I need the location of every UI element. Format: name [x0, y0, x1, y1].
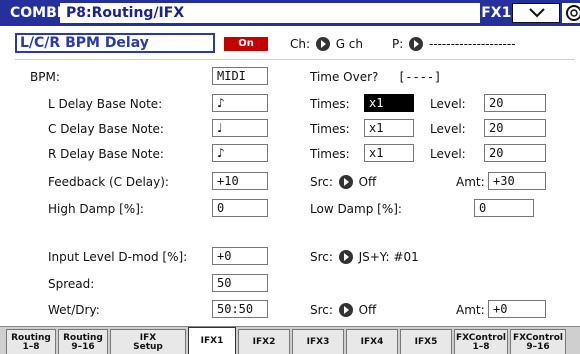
- page-menu-button[interactable]: [512, 3, 560, 23]
- ch-label: Ch:: [290, 37, 311, 51]
- preset-field[interactable]: P: --------------------: [392, 36, 516, 52]
- wetdry-label: Wet/Dry:: [48, 303, 100, 317]
- page-title: P8:Routing/IFX: [60, 3, 480, 23]
- low-damp-field[interactable]: 0: [474, 199, 534, 217]
- effect-type-selector[interactable]: L/C/R BPM Delay: [15, 33, 215, 53]
- time-over-label: Time Over?: [310, 70, 379, 84]
- level-label: Level:: [430, 122, 466, 136]
- popup-arrow-icon[interactable]: [338, 175, 353, 189]
- gear-icon[interactable]: [562, 3, 580, 23]
- tab-fxcontrol-1-8[interactable]: FXControl 1–8: [454, 329, 508, 354]
- tab-label: Setup: [133, 341, 163, 352]
- level-label: Level:: [430, 97, 466, 111]
- input-src-value: JS+Y: #01: [358, 250, 419, 264]
- tab-label: 1–8: [472, 341, 490, 352]
- level-label: Level:: [430, 147, 466, 161]
- tab-label: 1–8: [22, 341, 40, 352]
- tab-fxcontrol-9-16[interactable]: FXControl 9–16: [510, 329, 566, 354]
- feedback-field[interactable]: +10: [212, 172, 268, 190]
- l-delay-label: L Delay Base Note:: [48, 97, 163, 111]
- divider: [15, 59, 575, 60]
- low-damp-label: Low Damp [%]:: [310, 202, 402, 216]
- tab-label: IFX5: [414, 337, 438, 347]
- p-label: P:: [392, 37, 404, 51]
- times-label: Times:: [310, 122, 350, 136]
- effect-on-button[interactable]: On: [224, 37, 268, 51]
- feedback-src-value: Off: [358, 175, 377, 189]
- tab-label: 9–16: [526, 341, 550, 352]
- channel-field[interactable]: Ch: G ch: [290, 36, 363, 52]
- popup-arrow-icon[interactable]: [409, 37, 424, 51]
- popup-arrow-icon[interactable]: [315, 37, 330, 51]
- tab-ifx5[interactable]: IFX5: [400, 329, 452, 354]
- c-level-field[interactable]: 20: [484, 119, 546, 137]
- high-damp-field[interactable]: 0: [212, 199, 268, 217]
- wetdry-field[interactable]: 50:50: [212, 300, 268, 318]
- times-label: Times:: [310, 147, 350, 161]
- chevron-down-icon: [529, 8, 545, 18]
- mode-label: COMBI: [10, 5, 62, 21]
- amt-label: Amt:: [456, 303, 485, 317]
- r-delay-note-field[interactable]: ♪: [212, 144, 268, 162]
- r-delay-label: R Delay Base Note:: [48, 147, 164, 161]
- tab-label: IFX3: [306, 337, 330, 347]
- feedback-label: Feedback (C Delay):: [48, 175, 169, 189]
- tab-label: 9–16: [71, 341, 95, 352]
- l-times-field[interactable]: x1: [364, 94, 414, 112]
- input-src-field[interactable]: Src: JS+Y: #01: [310, 249, 419, 265]
- bpm-label: BPM:: [30, 70, 60, 84]
- input-dmod-field[interactable]: +0: [212, 247, 268, 265]
- tab-ifx3[interactable]: IFX3: [292, 329, 344, 354]
- tab-ifx-setup[interactable]: IFX Setup: [110, 329, 186, 354]
- wetdry-amt-field[interactable]: +0: [488, 300, 546, 318]
- feedback-src-field[interactable]: Src: Off: [310, 174, 376, 190]
- tab-routing-9-16[interactable]: Routing 9–16: [58, 329, 108, 354]
- spread-label: Spread:: [48, 277, 95, 291]
- wetdry-src-value: Off: [358, 303, 377, 317]
- ch-value: G ch: [335, 37, 364, 51]
- c-delay-note-field[interactable]: ♩: [212, 119, 268, 137]
- feedback-amt-field[interactable]: +30: [488, 172, 546, 190]
- src-label: Src:: [310, 175, 333, 189]
- p-value: --------------------: [428, 37, 516, 51]
- title-bar: COMBI P8:Routing/IFX IFX1: [0, 0, 580, 26]
- tab-label: IFX4: [360, 337, 384, 347]
- src-label: Src:: [310, 303, 333, 317]
- src-label: Src:: [310, 250, 333, 264]
- bpm-field[interactable]: MIDI: [212, 67, 268, 85]
- slot-label: IFX1: [476, 5, 512, 21]
- popup-arrow-icon[interactable]: [338, 303, 353, 317]
- tab-ifx4[interactable]: IFX4: [346, 329, 398, 354]
- c-times-field[interactable]: x1: [364, 119, 414, 137]
- spread-field[interactable]: 50: [212, 274, 268, 292]
- amt-label: Amt:: [456, 175, 485, 189]
- time-over-value: [----]: [398, 70, 442, 84]
- tab-bar: Routing 1–8 Routing 9–16 IFX Setup IFX1 IFX…: [0, 326, 580, 354]
- input-dmod-label: Input Level D-mod [%]:: [48, 250, 188, 264]
- tab-label: IFX2: [252, 337, 276, 347]
- popup-arrow-icon[interactable]: [338, 250, 353, 264]
- tab-ifx2[interactable]: IFX2: [238, 329, 290, 354]
- l-delay-note-field[interactable]: ♪: [212, 94, 268, 112]
- tab-label: IFX1: [200, 336, 224, 346]
- wetdry-src-field[interactable]: Src: Off: [310, 302, 376, 318]
- c-delay-label: C Delay Base Note:: [48, 122, 164, 136]
- r-times-field[interactable]: x1: [364, 144, 414, 162]
- r-level-field[interactable]: 20: [484, 144, 546, 162]
- tab-ifx1[interactable]: IFX1: [188, 327, 236, 354]
- tab-routing-1-8[interactable]: Routing 1–8: [6, 329, 56, 354]
- times-label: Times:: [310, 97, 350, 111]
- high-damp-label: High Damp [%]:: [48, 202, 144, 216]
- l-level-field[interactable]: 20: [484, 94, 546, 112]
